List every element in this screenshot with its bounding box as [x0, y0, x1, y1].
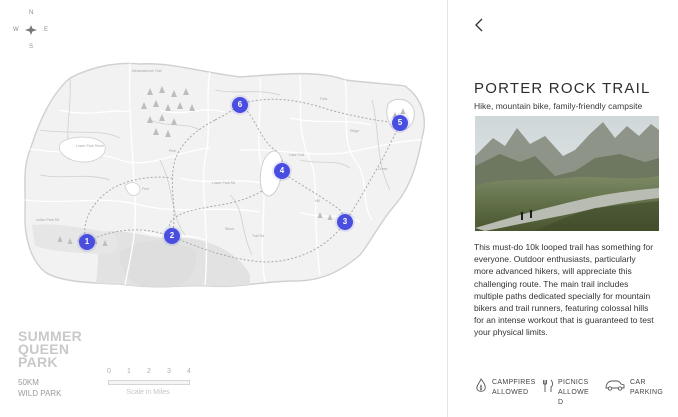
amenity-picnics: PICNICS ALLOWE D — [542, 378, 589, 408]
scale-tick-label: 1 — [127, 368, 131, 375]
map-label: Fern — [142, 187, 149, 191]
chevron-left-icon — [475, 18, 483, 32]
trail-marker-2[interactable]: 2 — [164, 228, 180, 244]
trail-marker-6[interactable]: 6 — [232, 97, 248, 113]
scale-tick-label: 2 — [147, 368, 151, 375]
campfire-icon — [476, 378, 486, 392]
map-label: Lake Trail — [289, 153, 304, 157]
scale-tick-label: 3 — [167, 368, 171, 375]
park-distance: 50KM — [18, 378, 39, 387]
back-button[interactable] — [472, 17, 486, 33]
trail-subtitle: Hike, mountain bike, family-friendly cam… — [474, 101, 643, 111]
trail-title: PORTER ROCK TRAIL — [474, 80, 651, 97]
map-pane[interactable]: N S E W Meadowbrook Trail Lower Park Sho… — [0, 0, 447, 417]
trail-marker-1[interactable]: 1 — [79, 234, 95, 250]
car-icon — [605, 380, 625, 391]
map-label: Meadowbrook Trail — [132, 69, 162, 73]
picnic-icon — [543, 379, 553, 392]
map-label: Trail Rd — [252, 234, 264, 238]
amenity-label: CAR — [630, 379, 646, 386]
trail-marker-5[interactable]: 5 — [392, 115, 408, 131]
map-label: Hill — [315, 199, 320, 203]
trail-photo — [475, 116, 659, 231]
map-scale: 0 1 2 3 4 Scale in Miles — [104, 368, 192, 408]
scale-tick-label: 4 — [187, 368, 191, 375]
park-name-line: PARK — [18, 354, 58, 370]
map-label: Lower Park Rd — [212, 181, 235, 185]
amenity-label: PICNICS — [558, 379, 589, 386]
map-label: Falls — [320, 97, 328, 101]
amenity-label: CAMPFIRES — [492, 379, 536, 386]
amenity-label: ALLOWED — [492, 389, 529, 396]
amenity-label: PARKING — [630, 389, 664, 396]
park-name: SUMMER QUEEN PARK — [18, 329, 108, 370]
scale-caption: Scale in Miles — [126, 389, 170, 396]
trail-detail-panel: PORTER ROCK TRAIL Hike, mountain bike, f… — [448, 0, 678, 417]
map-label: Creek — [378, 167, 388, 171]
park-type: WILD PARK — [18, 389, 62, 398]
amenity-label: D — [558, 399, 564, 406]
map-label: Pine — [169, 149, 176, 153]
map-label: Ridge — [350, 129, 359, 133]
trail-photo-image — [475, 116, 659, 231]
amenity-label: ALLOWE — [558, 389, 589, 396]
map-label: Indian Park Rd — [36, 218, 59, 222]
trail-marker-3[interactable]: 3 — [337, 214, 353, 230]
scale-tick-label: 0 — [107, 368, 111, 375]
amenity-campfires: CAMPFIRES ALLOWED — [475, 378, 536, 398]
amenity-car-parking: CAR PARKING — [604, 378, 663, 398]
trail-description: This must-do 10k looped trail has someth… — [474, 242, 654, 338]
map-label: Lower Park Shore — [76, 144, 104, 148]
scale-bar — [108, 380, 190, 385]
map-label: Wood — [225, 227, 234, 231]
trail-marker-4[interactable]: 4 — [274, 163, 290, 179]
